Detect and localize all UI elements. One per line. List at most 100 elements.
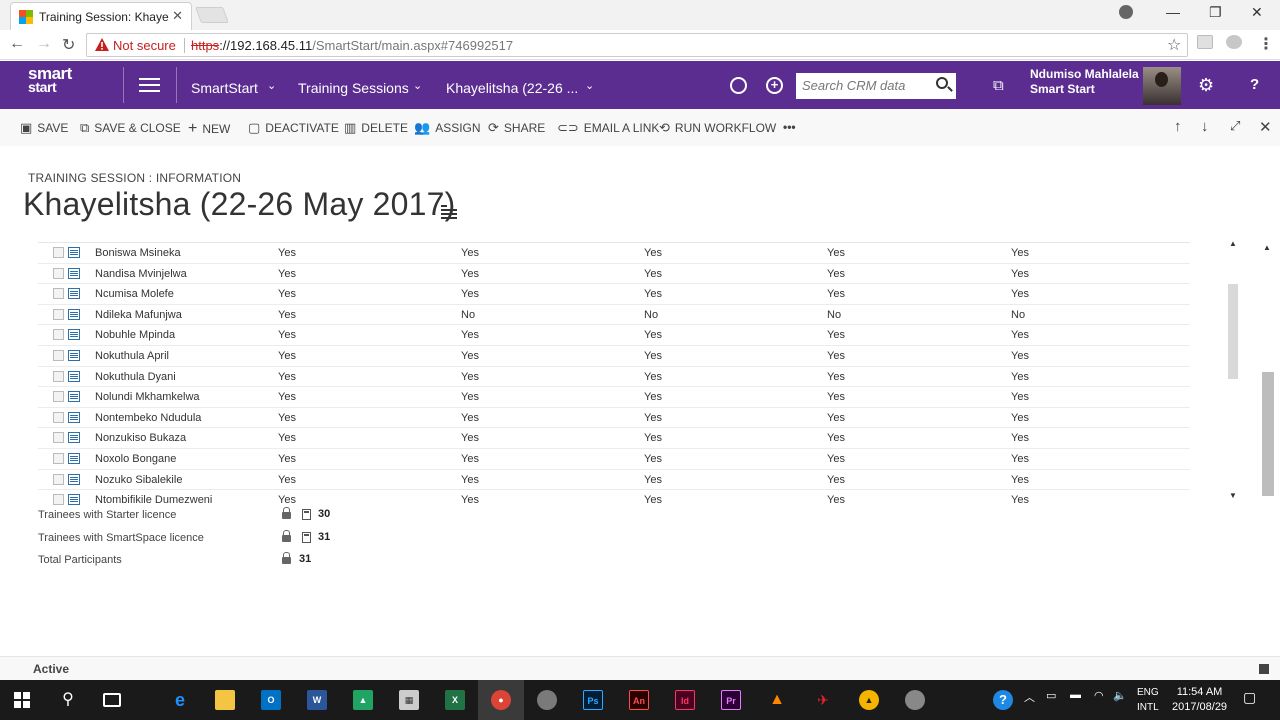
vlc-icon[interactable]: ▲ <box>767 690 787 710</box>
extension-icon[interactable] <box>1197 35 1213 49</box>
save-close-button[interactable]: ⧉ SAVE & CLOSE <box>80 120 181 136</box>
file-explorer-icon[interactable] <box>215 690 235 710</box>
search-input[interactable] <box>802 73 930 97</box>
pop-out-icon[interactable]: ⤢ <box>1230 118 1240 134</box>
restore-icon[interactable]: ❐ <box>1209 4 1222 21</box>
tab-close-icon[interactable]: ✕ <box>172 8 183 24</box>
smartstart-logo[interactable]: smart start <box>28 65 72 95</box>
profile-icon[interactable] <box>1119 5 1133 19</box>
language-indicator[interactable]: ENG INTL <box>1137 685 1159 715</box>
word-icon[interactable]: W <box>307 690 327 710</box>
new-tab-button[interactable] <box>195 7 229 23</box>
help-tray-icon[interactable]: ? <box>993 690 1013 710</box>
not-secure-label[interactable]: Not secure <box>113 38 176 53</box>
minimize-icon[interactable]: — <box>1166 4 1180 20</box>
row-checkbox[interactable] <box>53 494 64 505</box>
row-checkbox[interactable] <box>53 247 64 258</box>
bookmark-star-icon[interactable]: ☆ <box>1167 35 1181 55</box>
record-icon[interactable] <box>68 247 80 258</box>
avatar[interactable] <box>1143 67 1181 105</box>
page-scrollbar[interactable]: ▲ <box>1260 239 1276 659</box>
table-row[interactable]: Nandisa Mvinjelwa Yes Yes Yes Yes Yes <box>38 264 1190 285</box>
forward-icon[interactable]: → <box>36 35 52 53</box>
record-icon[interactable] <box>68 473 80 485</box>
record-icon[interactable] <box>68 350 80 361</box>
premiere-icon[interactable]: Pr <box>721 690 741 710</box>
share-button[interactable]: ⟳ SHARE <box>488 120 545 136</box>
chrome-icon[interactable]: ● <box>491 690 511 710</box>
indesign-icon[interactable]: Id <box>675 690 695 710</box>
participant-name[interactable]: Nobuhle Mpinda <box>95 329 175 341</box>
nav-smartstart[interactable]: SmartStart <box>191 80 258 96</box>
participant-name[interactable]: Ncumisa Molefe <box>95 288 174 300</box>
browser-tab[interactable]: Training Session: Khayelit ✕ <box>10 2 192 30</box>
calculator-app-icon[interactable]: ▦ <box>399 690 419 710</box>
previous-record-icon[interactable]: ↑ <box>1174 118 1182 135</box>
table-row[interactable]: Noxolo Bongane Yes Yes Yes Yes Yes <box>38 449 1190 470</box>
participant-name[interactable]: Nandisa Mvinjelwa <box>95 268 187 280</box>
table-row[interactable]: Nokuthula April Yes Yes Yes Yes Yes <box>38 346 1190 367</box>
email-link-button[interactable]: ⊂⊃ EMAIL A LINK <box>557 120 659 136</box>
form-selector-icon[interactable] <box>441 205 457 219</box>
row-checkbox[interactable] <box>53 432 64 444</box>
app-red-icon[interactable]: ✈ <box>813 690 833 710</box>
browser-menu-icon[interactable]: ⋮ <box>1258 34 1274 54</box>
app-grey-icon[interactable] <box>905 690 925 710</box>
table-row[interactable]: Nokuthula Dyani Yes Yes Yes Yes Yes <box>38 367 1190 388</box>
wifi-icon[interactable]: ◠ <box>1094 689 1104 702</box>
table-row[interactable]: Nobuhle Mpinda Yes Yes Yes Yes Yes <box>38 325 1190 346</box>
participant-name[interactable]: Ntombifikile Dumezweni <box>95 494 212 505</box>
search-icon[interactable] <box>936 77 948 89</box>
scroll-down-icon[interactable]: ▼ <box>1229 491 1237 500</box>
app-icon[interactable] <box>537 690 557 710</box>
page-scroll-up-icon[interactable]: ▲ <box>1263 243 1271 252</box>
grid-scroll-thumb[interactable] <box>1228 284 1238 379</box>
participant-name[interactable]: Ndileka Mafunjwa <box>95 309 182 321</box>
deactivate-button[interactable]: ▢ DEACTIVATE <box>248 120 339 136</box>
gear-icon[interactable]: ⚙ <box>1198 75 1214 96</box>
hamburger-menu-icon[interactable] <box>139 78 160 92</box>
back-icon[interactable]: ← <box>9 35 25 53</box>
save-button[interactable]: ▣ SAVE <box>20 120 68 136</box>
chevron-down-icon[interactable]: ⌄ <box>413 79 422 92</box>
url-field[interactable]: Not secure https://192.168.45.11/SmartSt… <box>86 33 1188 57</box>
advanced-find-icon[interactable]: ⧉ <box>993 77 1004 94</box>
participant-name[interactable]: Boniswa Msineka <box>95 247 181 259</box>
record-icon[interactable] <box>68 453 80 464</box>
row-checkbox[interactable] <box>53 453 64 464</box>
nav-current-record[interactable]: Khayelitsha (22-26 ... <box>446 80 578 96</box>
url-text[interactable]: https://192.168.45.11/SmartStart/main.as… <box>191 38 513 53</box>
photoshop-icon[interactable]: Ps <box>583 690 603 710</box>
animate-icon[interactable]: An <box>629 690 649 710</box>
participant-name[interactable]: Noxolo Bongane <box>95 453 176 465</box>
table-row[interactable]: Nozuko Sibalekile Yes Yes Yes Yes Yes <box>38 470 1190 491</box>
record-icon[interactable] <box>68 267 80 279</box>
tray-app-icon[interactable]: ▭ <box>1046 689 1056 702</box>
chevron-down-icon[interactable]: ⌄ <box>585 79 594 92</box>
chevron-down-icon[interactable]: ⌄ <box>267 79 276 92</box>
record-icon[interactable] <box>68 329 80 341</box>
search-taskbar-icon[interactable]: ⚲ <box>58 690 78 710</box>
help-icon[interactable]: ? <box>1250 76 1259 93</box>
assign-button[interactable]: 👥 ASSIGN <box>414 120 481 136</box>
close-form-icon[interactable]: ✕ <box>1259 118 1272 136</box>
tray-overflow-icon[interactable]: ︿ <box>1024 689 1035 705</box>
record-icon[interactable] <box>68 411 80 423</box>
table-row[interactable]: Ntombifikile Dumezweni Yes Yes Yes Yes Yes <box>38 490 1190 505</box>
participant-name[interactable]: Nontembeko Ndudula <box>95 412 201 424</box>
status-save-icon[interactable] <box>1259 664 1269 674</box>
reload-icon[interactable]: ↻ <box>62 35 75 55</box>
row-checkbox[interactable] <box>53 350 64 361</box>
edge-icon[interactable]: e <box>170 690 190 710</box>
create-plus-icon[interactable]: + <box>766 77 783 94</box>
nav-training-sessions[interactable]: Training Sessions <box>298 80 409 96</box>
table-row[interactable]: Ncumisa Molefe Yes Yes Yes Yes Yes <box>38 284 1190 305</box>
record-icon[interactable] <box>68 494 80 505</box>
record-icon[interactable] <box>68 432 80 444</box>
row-checkbox[interactable] <box>53 288 64 300</box>
page-scroll-thumb[interactable] <box>1262 372 1274 496</box>
record-icon[interactable] <box>68 288 80 300</box>
task-view-icon[interactable] <box>103 693 121 707</box>
google-drive-icon[interactable]: ▲ <box>353 690 373 710</box>
table-row[interactable]: Ndileka Mafunjwa Yes No No No No <box>38 305 1190 326</box>
